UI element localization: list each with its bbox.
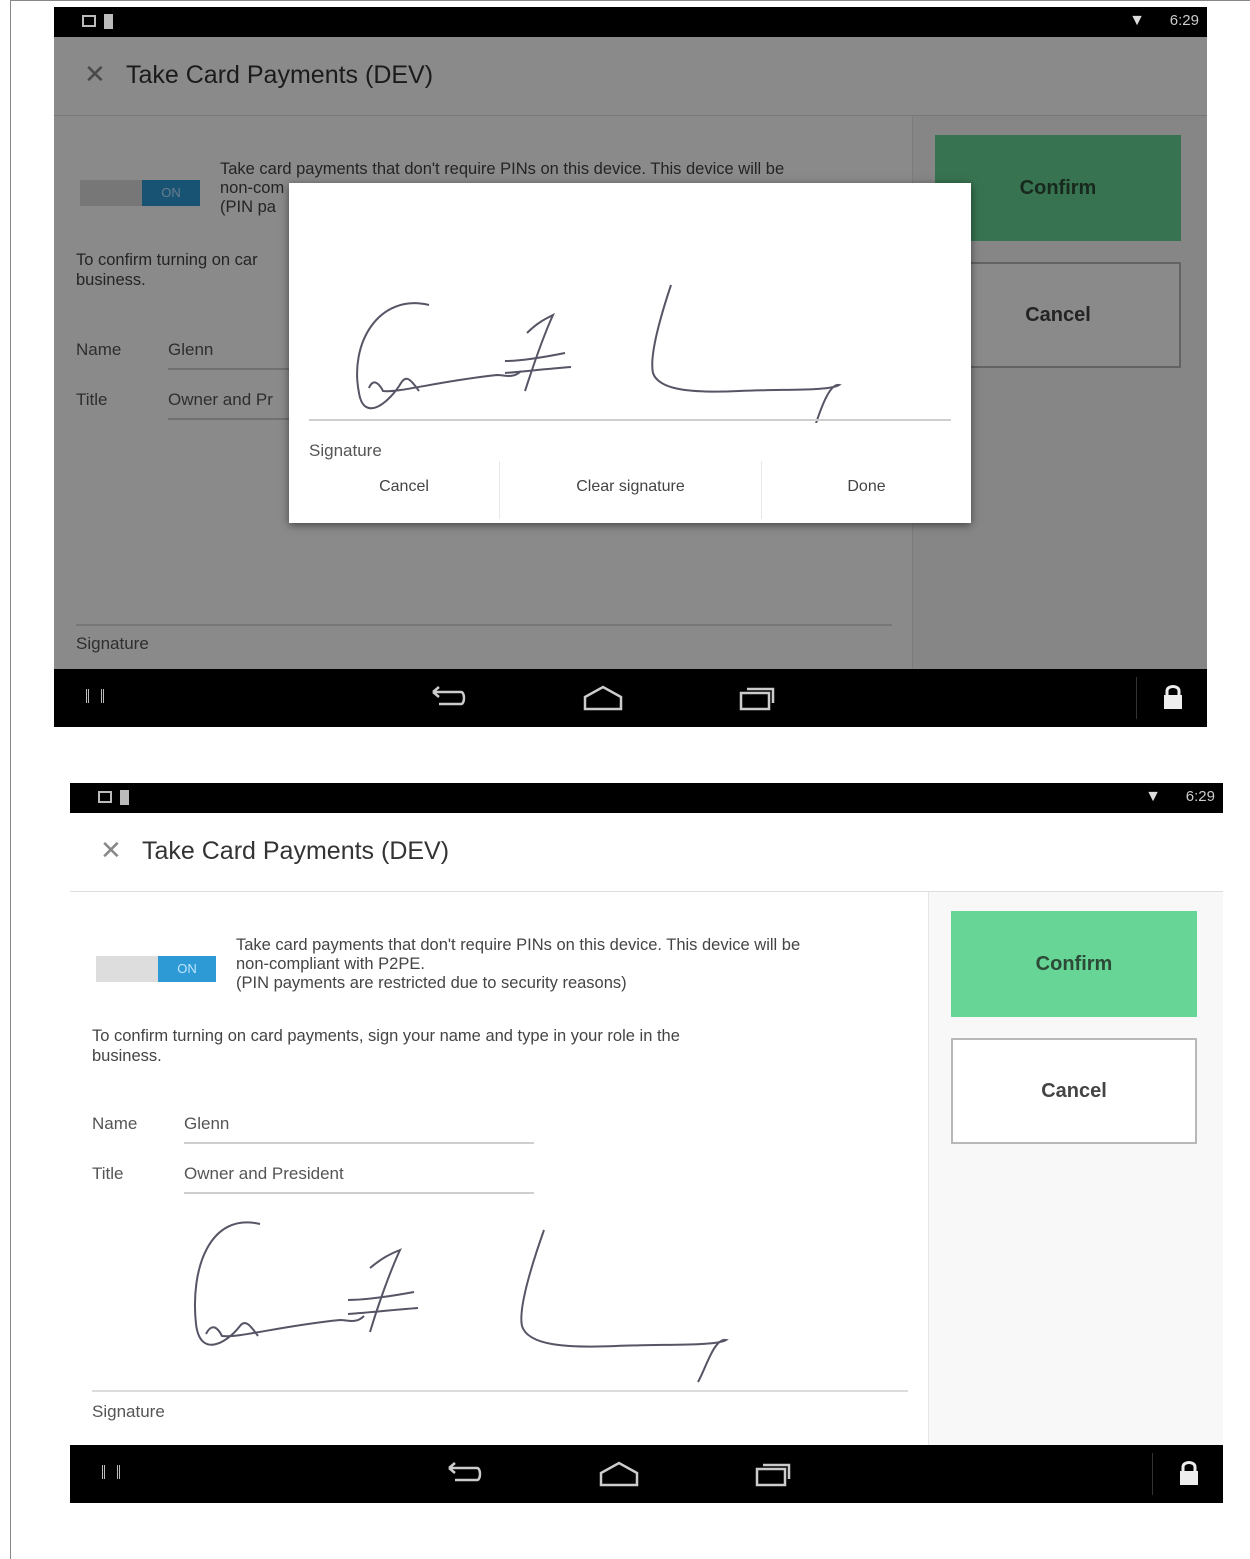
notice-line: Take card payments that don't require PI… [236,936,801,954]
keyboard-icon[interactable] [102,1465,120,1479]
wifi-icon: ▼ [1145,788,1161,805]
notice-line: (PIN payments are restricted due to secu… [236,974,627,992]
instructions-line: To confirm turning on card payments, sig… [92,1027,680,1045]
page-title: Take Card Payments (DEV) [142,837,450,865]
nav-divider [1152,1453,1153,1495]
screenshot-dialog-open: ▼ 6:29 ✕ Take Card Payments (DEV) ON Tak… [54,7,1207,727]
confirm-button[interactable]: Confirm [951,911,1197,1017]
keyboard-icon[interactable] [86,689,104,703]
title-field[interactable]: Owner and President [184,1164,534,1194]
battery-icon [104,14,113,29]
dialog-signature-line [309,419,951,421]
notification-icon [82,15,96,27]
dialog-signature-label: Signature [309,441,382,460]
clear-signature-button[interactable]: Clear signature [500,465,761,509]
battery-icon [120,790,129,805]
status-bar: ▼ 6:29 [70,783,1223,816]
navigation-bar [70,1445,1223,1503]
close-icon[interactable]: ✕ [100,835,122,865]
signature-line [92,1390,908,1392]
toggle-on-label: ON [158,956,216,982]
name-label: Name [92,1114,138,1133]
notification-icon [98,791,112,803]
name-field[interactable]: Glenn [184,1114,534,1144]
instructions-line: business. [92,1047,162,1065]
home-icon[interactable] [581,683,625,713]
clock: 6:29 [1185,788,1215,805]
home-icon[interactable] [597,1459,641,1489]
lock-icon[interactable] [1177,1459,1201,1487]
nav-divider [1136,677,1137,719]
pinless-toggle[interactable]: ON [96,956,216,982]
lock-icon[interactable] [1161,683,1185,711]
clock: 6:29 [1169,12,1199,29]
back-icon[interactable] [427,682,467,712]
notice-line: non-compliant with P2PE. [236,955,425,973]
title-label: Title [92,1164,124,1183]
instructions-text: To confirm turning on card payments, sig… [92,1026,812,1066]
signature-label: Signature [92,1402,165,1421]
cancel-button[interactable]: Cancel [951,1038,1197,1144]
wifi-icon: ▼ [1129,12,1145,29]
done-button[interactable]: Done [762,465,971,509]
content-panel: ON Take card payments that don't require… [70,892,928,1445]
signature-canvas[interactable] [160,1208,820,1388]
back-icon[interactable] [443,1458,483,1488]
recents-icon[interactable] [753,1459,793,1489]
screenshot-signature-captured: ▼ 6:29 ✕ Take Card Payments (DEV) ON Tak… [70,783,1223,1503]
action-panel: Confirm Cancel [928,892,1223,1445]
navigation-bar [54,669,1207,727]
recents-icon[interactable] [737,683,777,713]
status-bar: ▼ 6:29 [54,7,1207,37]
notice-text: Take card payments that don't require PI… [236,936,896,993]
dialog-cancel-button[interactable]: Cancel [309,465,499,509]
app-bar: ✕ Take Card Payments (DEV) [70,813,1223,892]
signature-dialog: Signature Cancel Clear signature Done [289,183,971,523]
signature-canvas[interactable] [309,223,949,423]
